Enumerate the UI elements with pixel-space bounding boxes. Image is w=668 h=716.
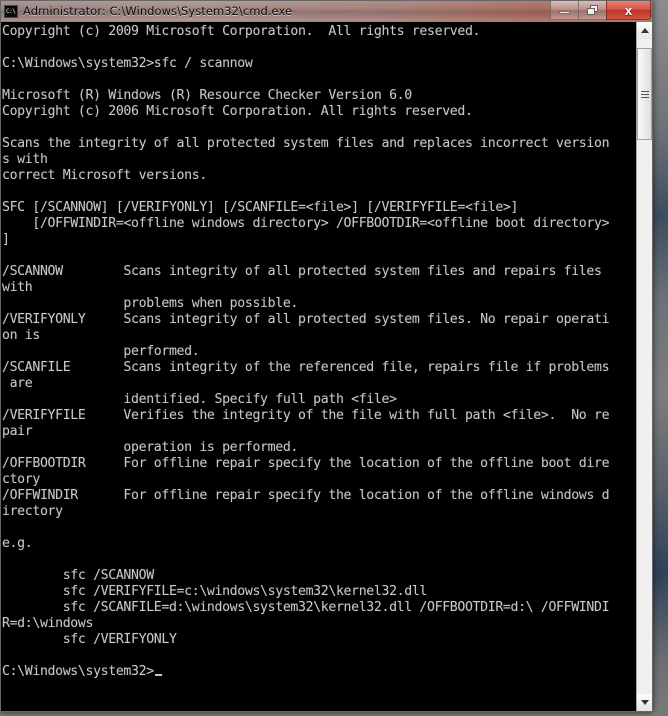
scrollbar-grip-icon [640, 90, 649, 98]
close-button[interactable]: x [606, 1, 651, 20]
window-title-text: Administrator: C:\Windows\System32\cmd.e… [23, 4, 293, 18]
triangle-down-icon [640, 700, 649, 705]
window-caption-buttons: x [550, 1, 651, 20]
restore-button[interactable] [578, 1, 607, 20]
cmd-window-icon[interactable]: C:\ [4, 4, 18, 18]
restore-icon [587, 5, 598, 15]
console-output-area[interactable]: Copyright (c) 2009 Microsoft Corporation… [1, 22, 636, 711]
minimize-icon [559, 11, 570, 14]
scroll-down-button[interactable] [637, 694, 652, 711]
scroll-up-button[interactable] [637, 22, 652, 39]
vertical-scrollbar[interactable] [636, 22, 652, 711]
window-title-bar[interactable]: C:\ Administrator: C:\Windows\System32\c… [1, 1, 652, 22]
triangle-up-icon [640, 28, 649, 33]
window-client-area: Copyright (c) 2009 Microsoft Corporation… [1, 22, 652, 711]
console-text: Copyright (c) 2009 Microsoft Corporation… [2, 24, 610, 679]
console-cursor [154, 674, 162, 676]
command-prompt-window: C:\ Administrator: C:\Windows\System32\c… [0, 0, 653, 712]
scrollbar-thumb[interactable] [637, 48, 652, 140]
close-icon: x [624, 2, 633, 18]
minimize-button[interactable] [550, 1, 579, 20]
